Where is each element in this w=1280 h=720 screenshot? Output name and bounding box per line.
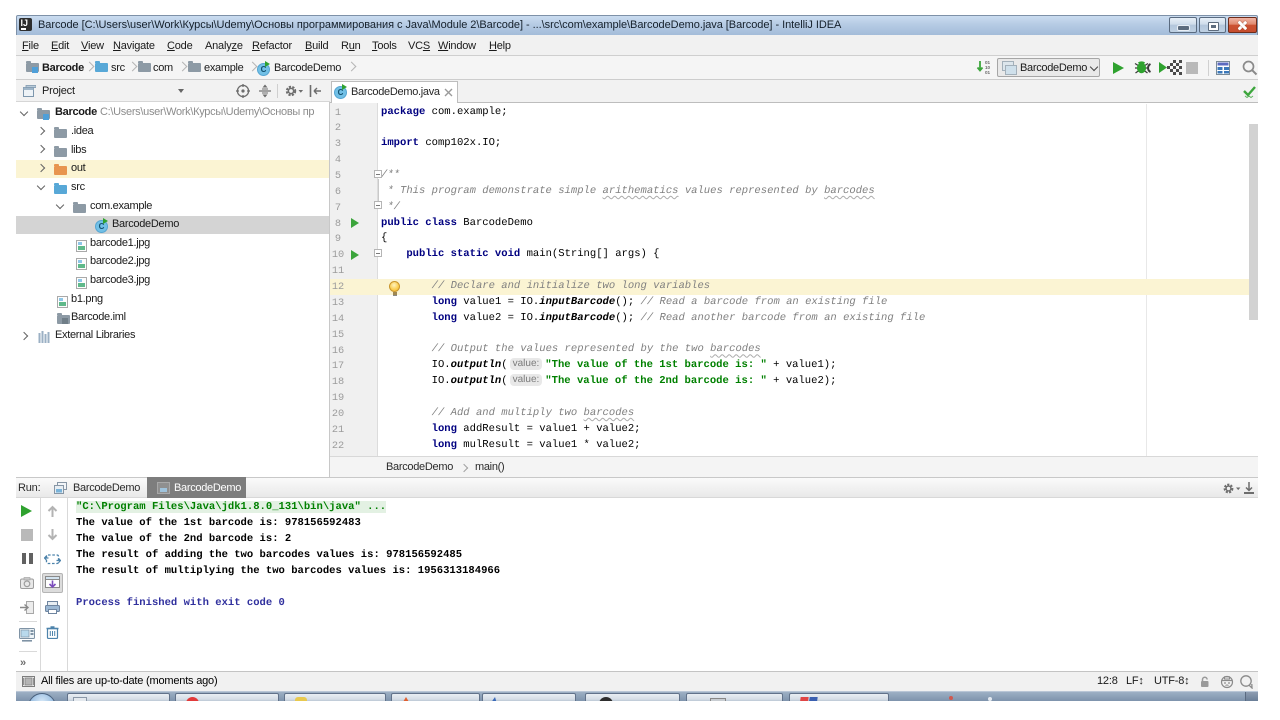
svg-text:01: 01 [985,70,991,75]
